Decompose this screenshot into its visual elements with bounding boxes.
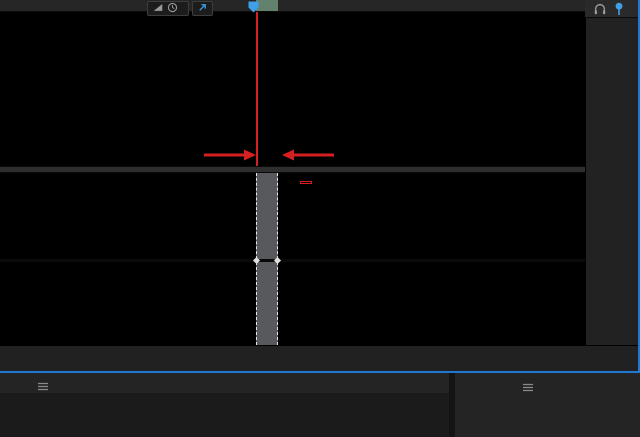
lag-note-annotation [300,181,312,184]
hud-gain-chip[interactable] [147,1,189,16]
selection-arrows-annotation [196,146,342,164]
playhead-line [256,12,258,166]
clock-icon [167,0,178,18]
waveform-display[interactable] [0,12,585,166]
bottom-dock [0,373,640,437]
panel-menu-icon[interactable] [523,379,533,397]
view-divider[interactable] [0,166,638,173]
spectrogram-left-channel[interactable] [0,173,585,259]
headphones-icon[interactable] [593,2,607,16]
spectrogram-right-channel[interactable] [0,262,585,345]
audio-editor-app [0,0,640,437]
playhead-marker-icon[interactable] [247,0,260,12]
timeline-ruler[interactable] [0,0,585,12]
spectrogram-selection-band[interactable] [256,173,278,259]
arrow-ne-icon [197,0,208,18]
hud-snap-chip[interactable] [192,1,213,16]
hud-toolbar [147,1,213,16]
waveform-editor-panel [0,0,640,373]
selection-view-panel [455,373,640,437]
transport-bar [0,345,638,371]
levels-panel [0,373,449,437]
spectrogram-selection-band[interactable] [256,262,278,345]
level-meter [0,393,449,437]
editor-corner-tools [585,0,638,18]
amplitude-frequency-ruler [585,18,638,345]
pin-icon[interactable] [613,2,625,16]
levels-icon [152,0,164,18]
